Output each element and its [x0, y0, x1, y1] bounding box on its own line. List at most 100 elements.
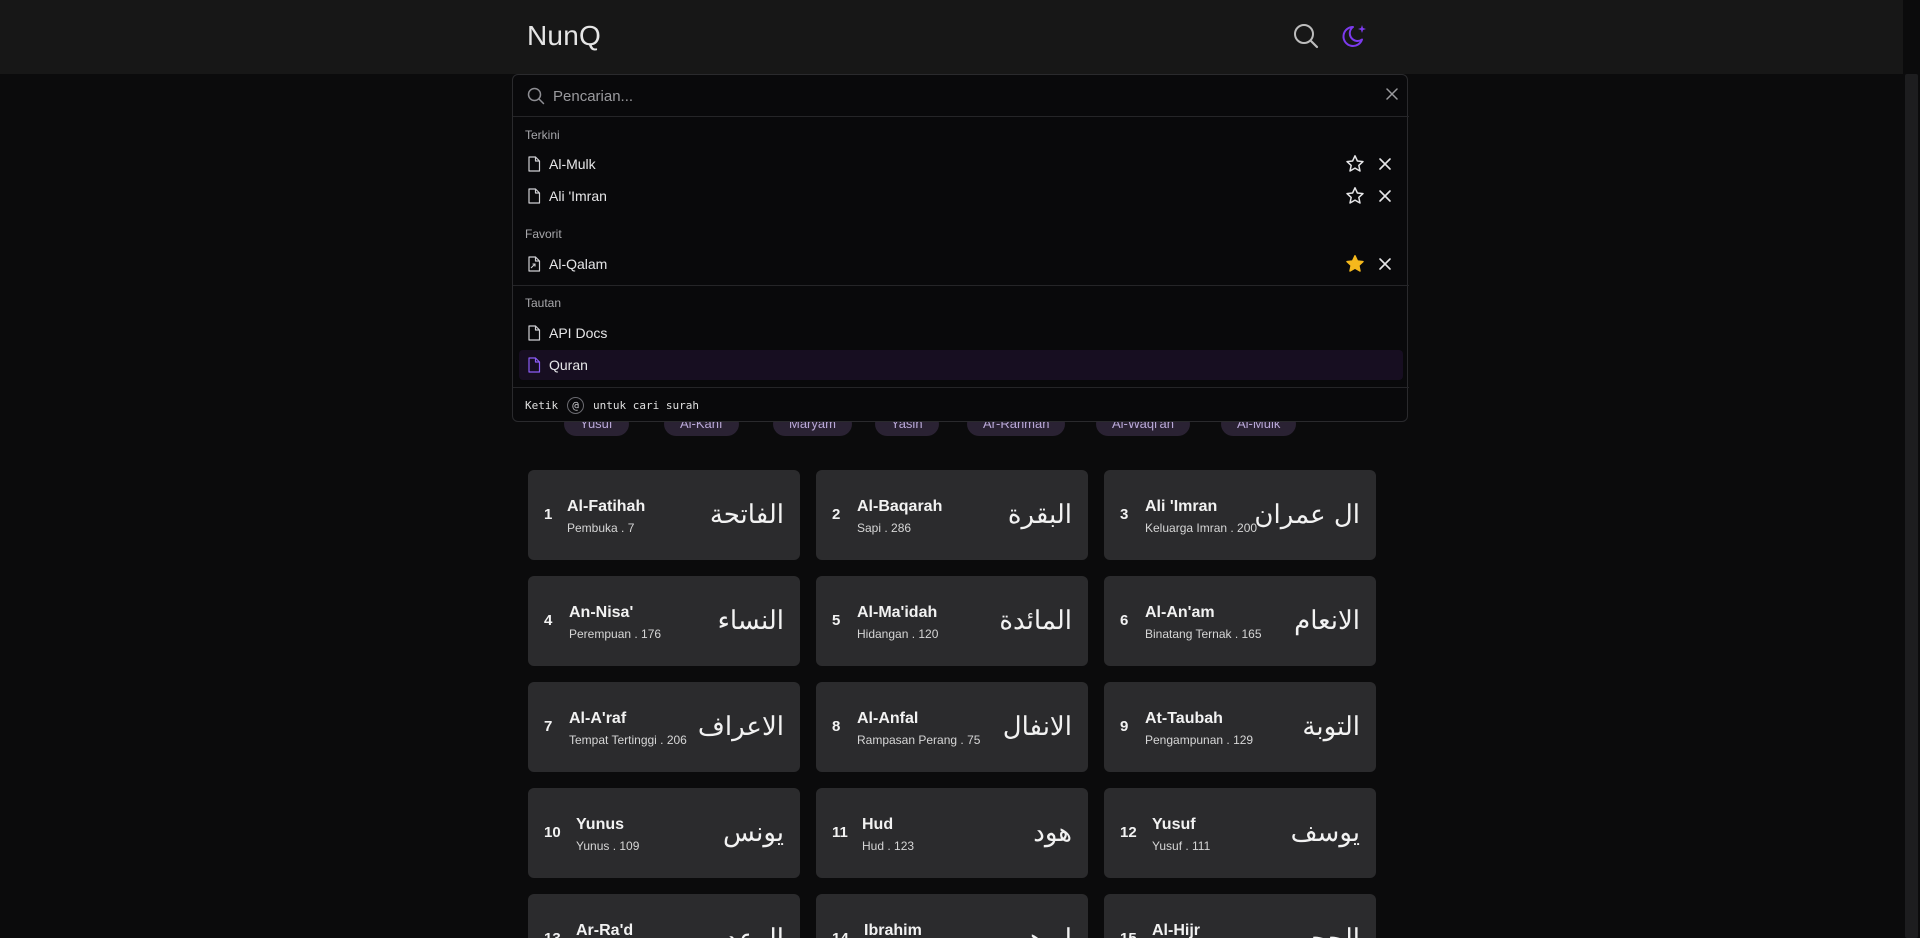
link-item-label: API Docs — [549, 325, 608, 341]
group-label-links: Tautan — [525, 296, 562, 310]
surah-card[interactable]: 6 Al-An'am Binatang Ternak . 165 الانعام — [1104, 576, 1376, 666]
favorite-item[interactable]: Al-Qalam — [519, 249, 1403, 279]
remove-icon[interactable] — [1377, 156, 1393, 172]
surah-name: Ar-Ra'd — [576, 922, 634, 938]
surah-card[interactable]: 5 Al-Ma'idah Hidangan . 120 المائدة — [816, 576, 1088, 666]
surah-number: 5 — [832, 612, 841, 629]
surah-card[interactable]: 3 Ali 'Imran Keluarga Imran . 200 ال عمر… — [1104, 470, 1376, 560]
surah-card[interactable]: 14 Ibrahim ابرهيم — [816, 894, 1088, 938]
surah-number: 2 — [832, 506, 841, 523]
search-bar — [513, 75, 1409, 117]
surah-arabic-name: البقرة — [1007, 500, 1072, 530]
file-icon — [527, 325, 541, 341]
recent-item[interactable]: Ali 'Imran — [519, 181, 1403, 211]
surah-arabic-name: يونس — [722, 818, 784, 848]
file-link-icon — [527, 256, 541, 272]
surah-arabic-name: الفاتحة — [709, 500, 784, 530]
divider — [513, 285, 1409, 286]
surah-meaning: Rampasan Perang . 75 — [857, 733, 981, 747]
search-icon — [527, 87, 545, 105]
surah-card[interactable]: 7 Al-A'raf Tempat Tertinggi . 206 الاعرا… — [528, 682, 800, 772]
brand-logo[interactable]: NunQ — [527, 20, 601, 52]
surah-arabic-name: ابرهيم — [1004, 924, 1072, 938]
search-icon[interactable] — [1292, 22, 1320, 50]
surah-arabic-name: الرعد — [725, 924, 784, 938]
surah-number: 13 — [544, 930, 561, 938]
surah-number: 6 — [1120, 612, 1129, 629]
link-item-api-docs[interactable]: API Docs — [519, 318, 1403, 348]
surah-number: 15 — [1120, 930, 1137, 938]
surah-number: 12 — [1120, 824, 1137, 841]
surah-name: Yusuf — [1152, 816, 1196, 833]
scrollbar-thumb[interactable] — [1905, 74, 1918, 938]
surah-card[interactable]: 4 An-Nisa' Perempuan . 176 النساء — [528, 576, 800, 666]
surah-arabic-name: الانفال — [1002, 712, 1072, 742]
surah-meaning: Keluarga Imran . 200 — [1145, 521, 1258, 535]
close-icon[interactable] — [1383, 85, 1401, 103]
group-label-favorite: Favorit — [525, 227, 562, 241]
surah-card[interactable]: 9 At-Taubah Pengampunan . 129 التوبة — [1104, 682, 1376, 772]
surah-arabic-name: الحجر — [1297, 924, 1360, 938]
recent-item-label: Al-Mulk — [549, 156, 596, 172]
surah-meaning: Pengampunan . 129 — [1145, 733, 1254, 747]
surah-number: 10 — [544, 824, 561, 841]
surah-arabic-name: التوبة — [1302, 712, 1360, 742]
surah-name: Al-An'am — [1145, 604, 1215, 621]
surah-name: Al-Baqarah — [857, 498, 943, 515]
scrollbar[interactable] — [1903, 0, 1920, 938]
moon-sparkle-icon[interactable] — [1342, 22, 1370, 50]
surah-meaning: Pembuka . 7 — [567, 521, 635, 535]
surah-card[interactable]: 11 Hud Hud . 123 هود — [816, 788, 1088, 878]
favorite-item-label: Al-Qalam — [549, 256, 608, 272]
at-key-badge: @ — [567, 397, 584, 414]
group-label-recent: Terkini — [525, 128, 560, 142]
hint-suffix: untuk cari surah — [593, 399, 699, 412]
top-bar: NunQ — [0, 0, 1920, 74]
surah-name: Yunus — [576, 816, 625, 833]
surah-number: 11 — [832, 824, 848, 841]
surah-arabic-name: النساء — [717, 606, 784, 636]
surah-arabic-name: المائدة — [999, 606, 1072, 636]
surah-card[interactable]: 10 Yunus Yunus . 109 يونس — [528, 788, 800, 878]
surah-name: At-Taubah — [1145, 710, 1223, 727]
surah-name: Al-Ma'idah — [857, 604, 938, 621]
surah-arabic-name: الانعام — [1294, 606, 1360, 636]
surah-number: 7 — [544, 718, 553, 735]
surah-name: Al-Anfal — [857, 710, 919, 727]
star-outline-icon[interactable] — [1345, 186, 1365, 206]
link-item-label: Quran — [549, 357, 588, 373]
file-icon — [527, 357, 541, 373]
surah-meaning: Perempuan . 176 — [569, 627, 662, 641]
star-outline-icon[interactable] — [1345, 154, 1365, 174]
surah-meaning: Hidangan . 120 — [857, 627, 939, 641]
surah-name: An-Nisa' — [569, 604, 634, 621]
surah-number: 8 — [832, 718, 841, 735]
surah-meaning: Yunus . 109 — [576, 839, 640, 853]
surah-meaning: Sapi . 286 — [857, 521, 912, 535]
star-filled-icon[interactable] — [1345, 254, 1365, 274]
surah-number: 14 — [832, 930, 849, 938]
remove-icon[interactable] — [1377, 256, 1393, 272]
hint-prefix: Ketik — [525, 399, 559, 412]
surah-name: Al-Fatihah — [567, 498, 646, 515]
surah-meaning: Binatang Ternak . 165 — [1145, 627, 1262, 641]
surah-arabic-name: هود — [1033, 818, 1072, 848]
surah-card[interactable]: 2 Al-Baqarah Sapi . 286 البقرة — [816, 470, 1088, 560]
surah-number: 9 — [1120, 718, 1129, 735]
surah-arabic-name: ال عمران — [1254, 500, 1360, 530]
surah-name: Ibrahim — [864, 922, 922, 938]
surah-name: Al-A'raf — [569, 710, 627, 727]
surah-arabic-name: الاعراف — [697, 712, 784, 742]
link-item-quran[interactable]: Quran — [519, 350, 1403, 380]
search-footer-hint: Ketik @ untuk cari surah — [513, 387, 1409, 422]
surah-card[interactable]: 1 Al-Fatihah Pembuka . 7 الفاتحة — [528, 470, 800, 560]
recent-item[interactable]: Al-Mulk — [519, 149, 1403, 179]
search-input[interactable] — [553, 85, 1333, 107]
surah-card[interactable]: 12 Yusuf Yusuf . 111 يوسف — [1104, 788, 1376, 878]
surah-name: Hud — [862, 816, 894, 833]
surah-card[interactable]: 13 Ar-Ra'd الرعد — [528, 894, 800, 938]
remove-icon[interactable] — [1377, 188, 1393, 204]
surah-card[interactable]: 15 Al-Hijr الحجر — [1104, 894, 1376, 938]
surah-meaning: Yusuf . 111 — [1152, 839, 1211, 853]
surah-card[interactable]: 8 Al-Anfal Rampasan Perang . 75 الانفال — [816, 682, 1088, 772]
